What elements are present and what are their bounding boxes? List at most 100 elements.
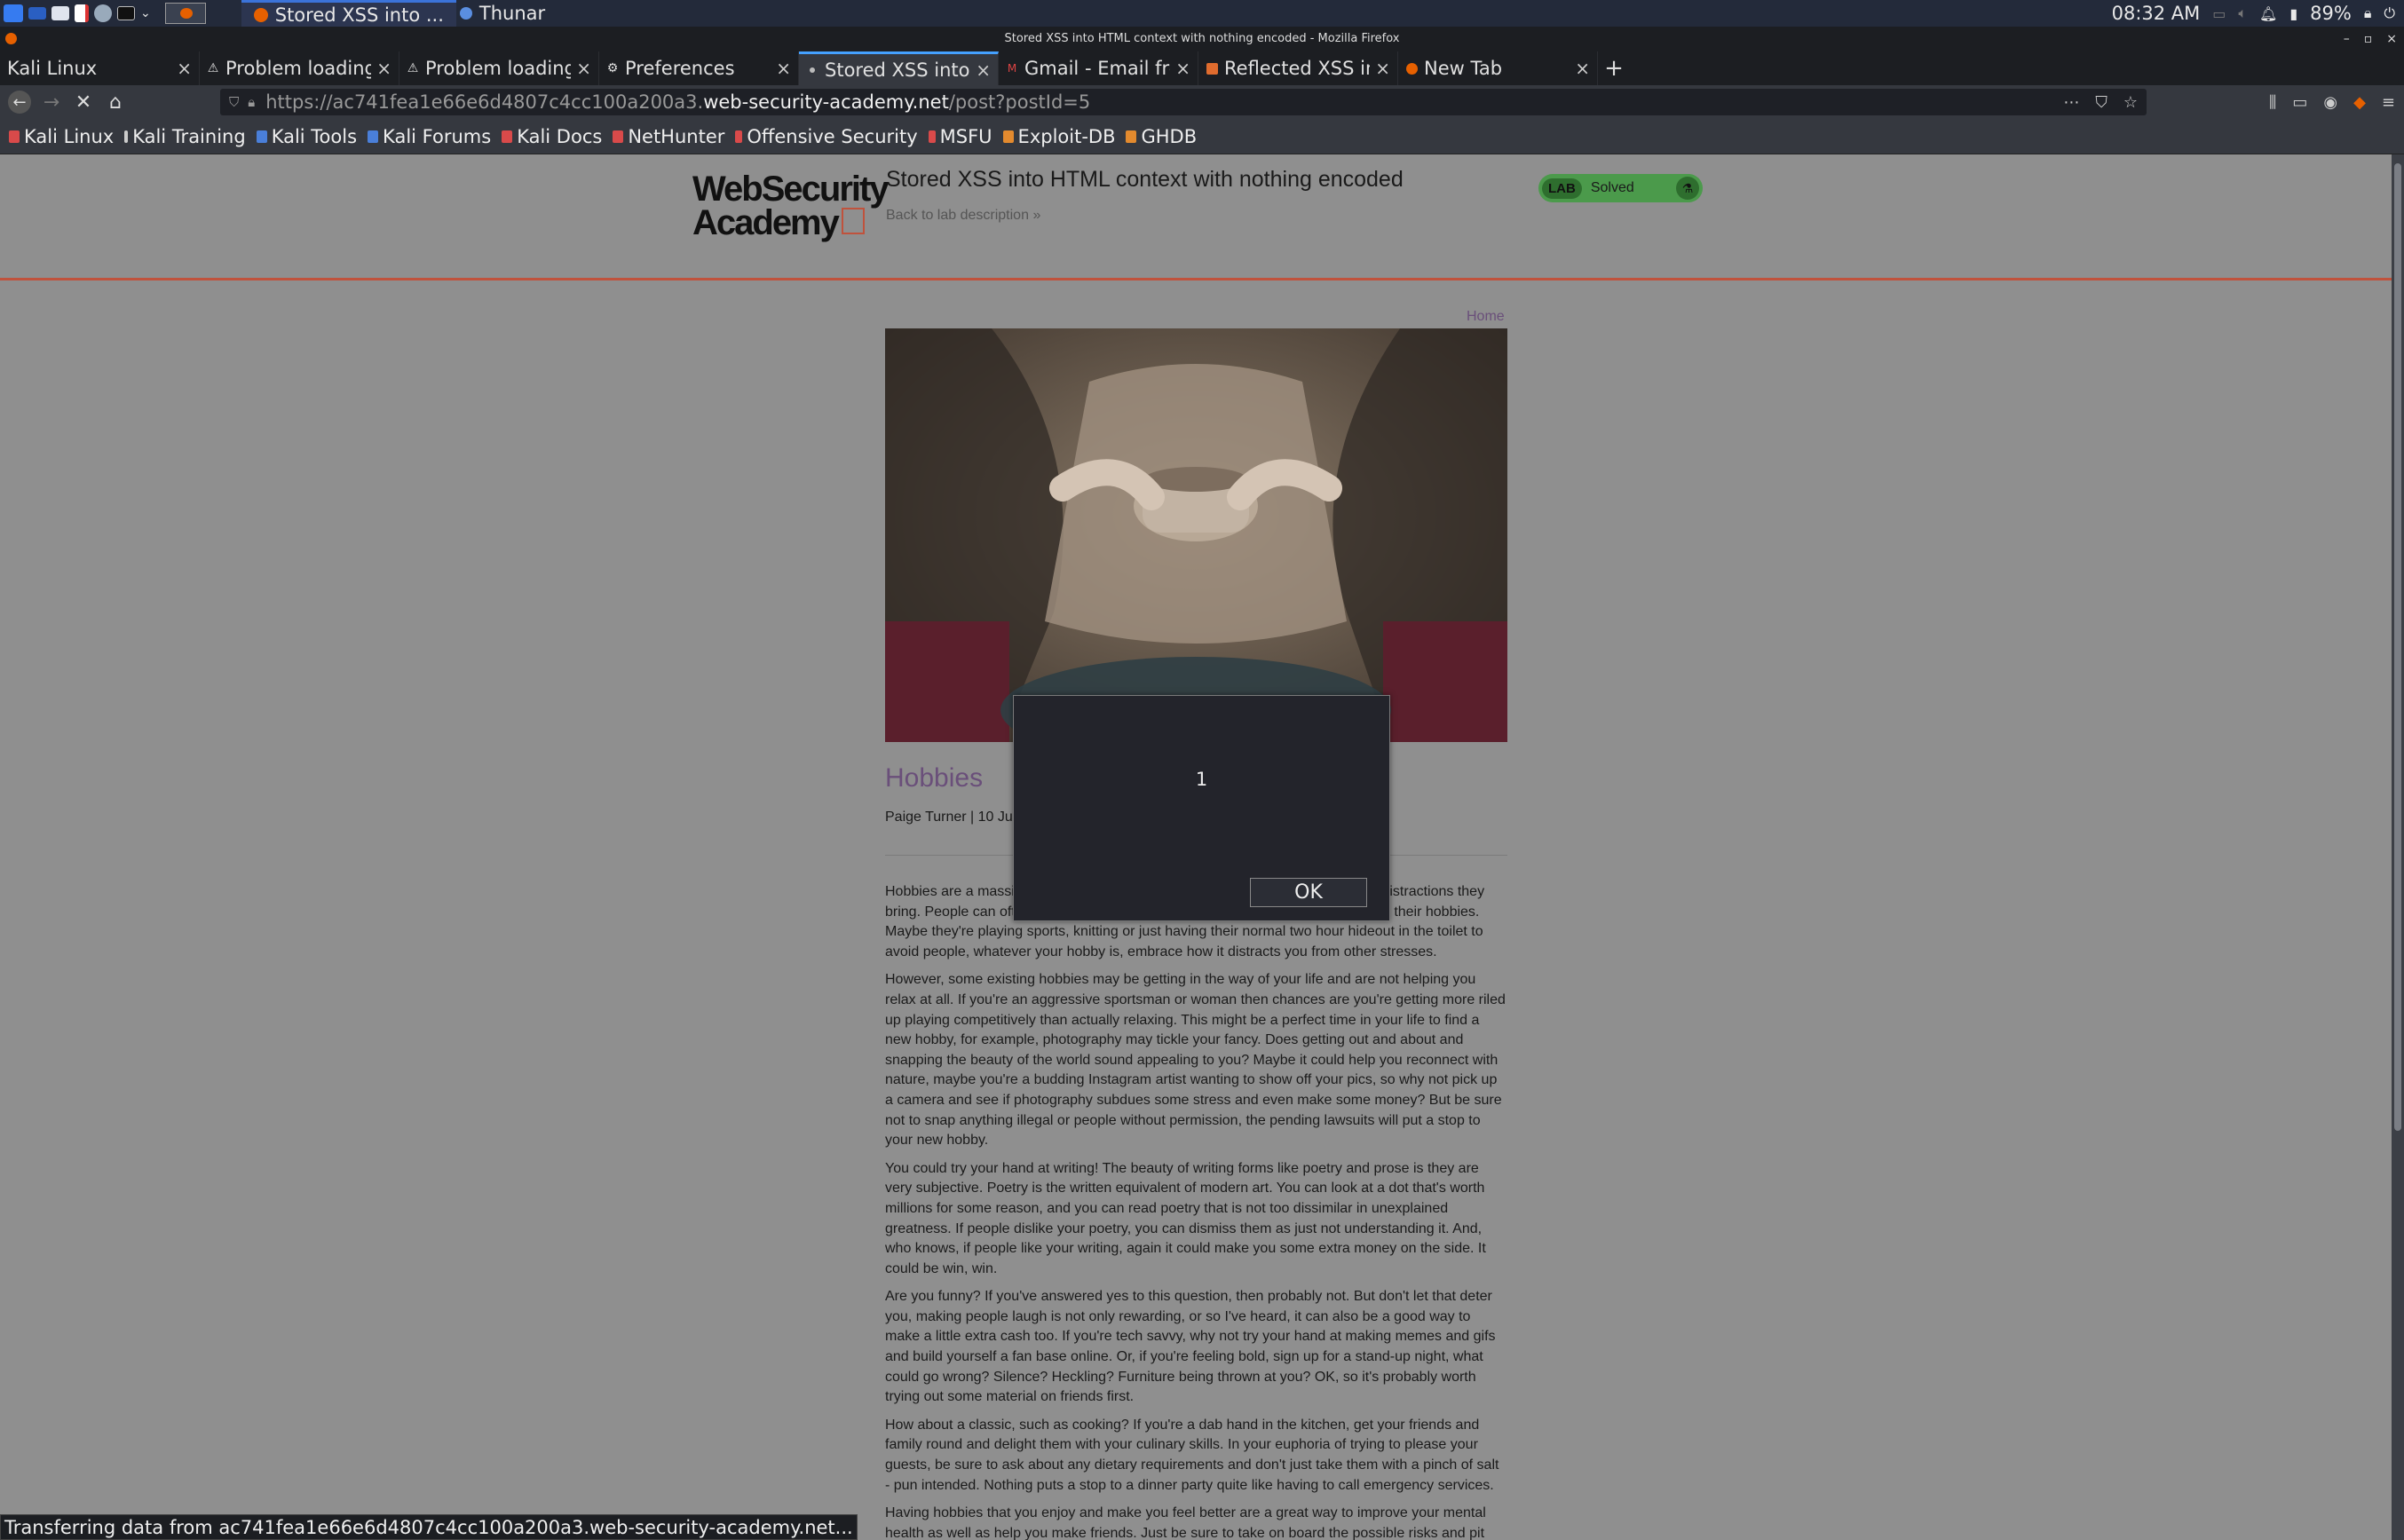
back-button[interactable]: ← [4,86,36,118]
notification-icon[interactable]: 🔔︎ [2259,5,2277,22]
firefox-icon [5,33,17,44]
bookmark-kali-linux[interactable]: Kali Linux [9,126,114,147]
taskbar-item-firefox[interactable]: Stored XSS into ... [241,0,456,27]
kali-menu-icon[interactable] [4,0,23,27]
taskbar-item-thunar[interactable]: Thunar [456,0,558,27]
sidebar-icon[interactable]: ▭ [2292,93,2307,112]
training-icon [124,130,129,143]
lock-icon[interactable]: 🔒︎ [248,94,255,110]
tab-label: Problem loading [425,58,572,79]
close-icon[interactable]: × [1375,58,1390,79]
close-icon[interactable]: × [576,58,591,79]
taskbar-label-firefox: Stored XSS into ... [274,4,444,26]
chevron-down-icon[interactable]: ⌄ [140,0,151,27]
bookmark-exploit-db[interactable]: Exploit-DB [1002,126,1115,147]
tab-gmail[interactable]: M Gmail - Email fro × [999,51,1198,85]
tab-label: Reflected XSS in [1224,58,1371,79]
close-icon[interactable]: × [1175,58,1190,79]
bookmark-label: Kali Linux [24,125,115,147]
tab-new-tab[interactable]: New Tab × [1398,51,1598,85]
scrollbar-thumb[interactable] [2394,163,2401,1131]
tools-icon [256,130,267,143]
bookmark-msfu[interactable]: MSFU [928,126,992,147]
bookmark-ghdb[interactable]: GHDB [1126,126,1197,147]
tab-preferences[interactable]: ⚙ Preferences × [599,51,799,85]
page-actions-icon[interactable]: ⋯ [2063,93,2079,112]
battery-icon[interactable]: ▮ [2289,5,2297,22]
close-icon[interactable]: × [1575,58,1590,79]
pocket-icon[interactable]: ⛉ [2095,93,2107,112]
workspace-switcher[interactable] [164,0,206,27]
show-desktop-icon[interactable] [28,0,46,27]
bookmark-kali-training[interactable]: Kali Training [124,126,246,147]
alert-dialog: 1 OK [1013,695,1390,921]
tracking-shield-icon[interactable]: ⛉ [229,94,239,110]
volume-icon[interactable]: 🔈︎ [2238,4,2247,22]
msfu-icon [928,130,936,143]
flask-icon: ⚗ [1676,177,1699,200]
forward-button[interactable]: → [36,86,67,118]
chevron-right-icon: » [1032,208,1041,223]
bookmark-nethunter[interactable]: NetHunter [613,126,724,147]
library-icon[interactable]: ⫼ [2269,93,2276,112]
bookmark-kali-docs[interactable]: Kali Docs [502,126,602,147]
close-icon[interactable]: × [376,58,391,79]
web-browser-icon[interactable] [94,0,112,27]
post-paragraph: How about a classic, such as cooking? If… [885,1417,1499,1493]
window-titlebar: Stored XSS into HTML context with nothin… [0,27,2404,51]
post-paragraph: You could try your hand at writing! The … [885,1160,1486,1276]
account-icon[interactable]: ◉ [2323,93,2337,112]
clock[interactable]: 08:32 AM [2112,3,2201,24]
url-prefix: https://ac741fea1e66e6d4807c4cc100a200a3… [265,91,704,113]
close-icon[interactable]: × [976,59,991,81]
post-paragraph: Are you funny? If you've answered yes to… [885,1289,1496,1405]
lock-icon[interactable]: 🔒︎ [2364,4,2372,22]
menu-icon[interactable]: ≡ [2382,93,2395,112]
post-paragraph: Having hobbies that you enjoy and make y… [885,1505,1486,1540]
gmail-icon: M [1007,62,1017,75]
exploit-db-icon [1002,130,1014,143]
maximize-icon[interactable]: ▫ [2364,27,2373,51]
bookmark-kali-tools[interactable]: Kali Tools [256,126,357,147]
terminal-icon[interactable] [117,0,135,27]
desktop-panel: ⌄ Stored XSS into ... Thunar 08:32 AM ▭ … [0,0,2404,27]
close-icon[interactable]: × [177,58,192,79]
battery-level: 89% [2310,3,2352,24]
lab-tag: LAB [1542,178,1582,199]
tab-problem-loading-2[interactable]: ⚠ Problem loading × [399,51,599,85]
navigation-bar: ← → ✕ ⌂ ⛉ 🔒︎ https://ac741fea1e66e6d4807… [0,85,2404,119]
tab-kali-linux[interactable]: Kali Linux × [0,51,200,85]
tab-stored-xss[interactable]: Stored XSS into H × [799,51,999,85]
stop-button[interactable]: ✕ [67,86,99,118]
stop-icon: ✕ [75,91,92,114]
file-manager-icon[interactable] [51,0,69,27]
bookmark-star-icon[interactable]: ☆ [2123,93,2138,112]
tab-reflected-xss[interactable]: Reflected XSS in × [1198,51,1398,85]
home-button[interactable]: ⌂ [99,86,131,118]
back-to-lab-description-link[interactable]: Back to lab description » [886,208,1040,224]
address-bar[interactable]: ⛉ 🔒︎ https://ac741fea1e66e6d4807c4cc100a… [220,89,2147,115]
tab-label: Problem loading [225,58,372,79]
lab-status-badge: LAB Solved ⚗ [1538,174,1703,202]
extension-icon[interactable]: ◆ [2353,93,2366,112]
post-title: Hobbies [885,763,984,793]
minimize-icon[interactable]: – [2344,27,2350,51]
bookmark-kali-forums[interactable]: Kali Forums [368,126,491,147]
academy-header: WebSecurity Academy Stored XSS into HTML… [0,154,2392,280]
close-icon[interactable]: × [776,58,791,79]
ok-button[interactable]: OK [1250,878,1367,907]
bookmark-offensive-security[interactable]: Offensive Security [735,126,918,147]
screen-icon: ▭ [2212,4,2226,22]
lab-title: Stored XSS into HTML context with nothin… [886,167,1404,192]
text-editor-icon[interactable] [75,0,89,27]
tab-problem-loading-1[interactable]: ⚠ Problem loading × [200,51,399,85]
offsec-icon [735,130,743,143]
forward-arrow-icon: → [43,91,60,114]
page-scrollbar[interactable] [2392,154,2404,1540]
home-link[interactable]: Home [1467,309,1505,325]
web-security-academy-logo[interactable]: WebSecurity Academy [692,171,890,241]
bookmarks-toolbar: Kali Linux Kali Training Kali Tools Kali… [0,119,2404,154]
close-icon[interactable]: × [2386,27,2397,51]
new-tab-button[interactable]: + [1598,51,1630,85]
power-icon[interactable]: ⏻ [2384,4,2395,22]
